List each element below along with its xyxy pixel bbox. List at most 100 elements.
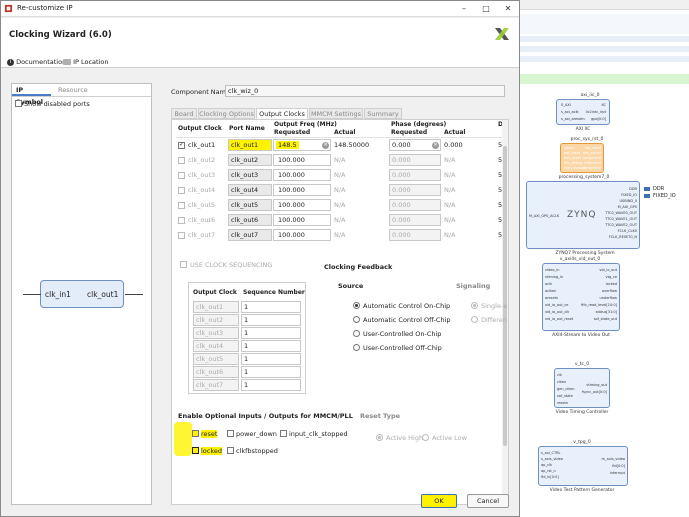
show-disabled-ports-checkbox[interactable] — [15, 100, 22, 107]
phase-requested-input[interactable]: 0.000 — [389, 214, 441, 226]
pin-label: aresetn — [545, 296, 559, 300]
source-user-off-chip-radio[interactable] — [353, 344, 360, 351]
component-name-input[interactable]: clk_wiz_0 — [225, 85, 505, 97]
freq-requested-input[interactable]: 100.000 — [273, 229, 331, 241]
tab-mmcm-settings[interactable]: MMCM Settings — [309, 108, 363, 119]
seq-number-input[interactable]: 1 — [241, 314, 301, 326]
source-auto-on-chip-radio[interactable] — [353, 302, 360, 309]
signaling-single-ended-radio[interactable] — [471, 302, 478, 309]
maximize-button[interactable]: □ — [479, 3, 493, 14]
clkfbstopped-checkbox[interactable] — [227, 447, 234, 454]
pin-label: locked — [605, 282, 617, 286]
clock-enable-checkbox[interactable] — [178, 157, 185, 164]
scrollbar-thumb[interactable] — [503, 146, 507, 446]
ip-block-proc-sys-reset[interactable]: slowe ext_reset aux_reset mb_debug dcm_l… — [560, 143, 604, 173]
port-name-input[interactable]: clk_out4 — [228, 184, 272, 196]
tab-summary[interactable]: Summary — [364, 108, 402, 119]
clock-enable-checkbox[interactable] — [178, 217, 185, 224]
clear-icon[interactable]: ✕ — [322, 142, 329, 149]
title-bar[interactable]: Re-customize IP – □ ✕ — [1, 1, 519, 17]
reset-active-low-radio[interactable] — [422, 434, 429, 441]
tab-ip-symbol[interactable]: IP Symbol — [12, 84, 51, 106]
phase-requested-input[interactable]: 0.000 — [389, 184, 441, 196]
phase-requested-input[interactable]: 0.000 — [389, 199, 441, 211]
documentation-label: Documentation — [16, 58, 67, 66]
freq-requested-value: 100.000 — [278, 186, 305, 194]
power-down-checkbox[interactable] — [227, 430, 234, 437]
ip-block-axi4s-vid-out[interactable]: video_in vtiming_in aclk aclken aresetn … — [542, 263, 620, 331]
clock-enable-checkbox[interactable] — [178, 141, 185, 149]
pin-label: status[31:0] — [595, 310, 617, 314]
seq-clock-name: clk_out4 — [193, 340, 239, 352]
clear-icon[interactable]: ✕ — [432, 142, 439, 149]
clock-enable-checkbox[interactable] — [178, 172, 185, 179]
highlight-marker — [174, 422, 192, 456]
clock-enable-checkbox[interactable] — [178, 202, 185, 209]
clock-name: clk_out7 — [188, 231, 216, 239]
locked-checkbox[interactable] — [192, 447, 199, 454]
pin-label: S_AXI — [561, 103, 571, 107]
clock-enable-checkbox[interactable] — [178, 187, 185, 194]
reset-checkbox[interactable] — [192, 430, 199, 437]
canvas-stripe — [520, 36, 689, 42]
freq-requested-input[interactable]: 100.000 — [273, 184, 331, 196]
tab-output-clocks[interactable]: Output Clocks — [256, 108, 308, 119]
port-name-input[interactable]: clk_out5 — [228, 199, 272, 211]
seq-number-input[interactable]: 1 — [241, 327, 301, 339]
minimize-button[interactable]: – — [457, 3, 471, 14]
seq-number-input[interactable]: 1 — [241, 340, 301, 352]
source-option-label: Automatic Control Off-Chip — [363, 316, 451, 324]
input-pin-line — [23, 294, 41, 295]
port-name-input[interactable]: clk_out3 — [228, 169, 272, 181]
seq-number-input[interactable]: 1 — [241, 366, 301, 378]
port-name-input[interactable]: clk_out1 — [228, 139, 272, 151]
clock-name: clk_out6 — [188, 216, 216, 224]
seq-number-input[interactable]: 1 — [241, 353, 301, 365]
documentation-link[interactable]: i Documentation — [7, 58, 66, 66]
clock-enable-checkbox[interactable] — [178, 232, 185, 239]
phase-actual: N/A — [444, 186, 456, 194]
seq-clock-name: clk_out2 — [193, 314, 239, 326]
reset-active-high-radio[interactable] — [376, 434, 383, 441]
source-auto-off-chip-radio[interactable] — [353, 316, 360, 323]
seq-number-input[interactable]: 1 — [241, 379, 301, 391]
ip-block-axi-iic[interactable]: S_AXI s_axi_aclk s_axi_aresetn IIC iic2i… — [556, 99, 610, 125]
phase-requested-input[interactable]: 0.000 — [389, 154, 441, 166]
col-phase-group: Phase (degrees) — [391, 121, 447, 128]
close-button[interactable]: ✕ — [501, 3, 515, 14]
output-pin-line — [125, 294, 143, 295]
freq-requested-input[interactable]: 100.000 — [273, 199, 331, 211]
phase-requested-input[interactable]: 0.000 — [389, 229, 441, 241]
seq-clock-name: clk_out6 — [193, 366, 239, 378]
freq-requested-input[interactable]: 100.000 — [273, 214, 331, 226]
tab-resource[interactable]: Resource — [54, 84, 92, 96]
ip-location-link[interactable]: IP Location — [63, 58, 108, 66]
panel-scrollbar[interactable] — [502, 120, 508, 504]
ip-block-test-pattern[interactable]: s_axi_CTRL s_axis_video ap_clk ap_rst_n … — [538, 446, 628, 486]
seq-number-input[interactable]: 1 — [241, 301, 301, 313]
use-clock-sequencing-checkbox[interactable] — [180, 261, 187, 268]
ip-block-video-timing[interactable]: clk clken gen_clken sof_state resetn vti… — [554, 368, 610, 408]
cancel-button[interactable]: Cancel — [467, 494, 509, 508]
ok-button[interactable]: OK — [421, 494, 457, 508]
block-caption: processing_system7_0 — [558, 175, 610, 180]
tab-clocking-options[interactable]: Clocking Options — [198, 108, 255, 119]
pin-label: ap_clk — [541, 463, 553, 467]
port-name-input[interactable]: clk_out6 — [228, 214, 272, 226]
ip-block-zynq-ps7[interactable]: M_AXI_GP0_ACLK ZYNQ DDR FIXED_IO USBIND_… — [526, 181, 640, 249]
freq-requested-input[interactable]: 100.000 — [273, 169, 331, 181]
pin-label: IIC — [601, 103, 606, 107]
pin-label: fsync_out[0:0] — [581, 390, 607, 394]
block-caption: AXI IIC — [575, 127, 591, 132]
signaling-differential-radio[interactable] — [471, 316, 478, 323]
port-name-input[interactable]: clk_out2 — [228, 154, 272, 166]
source-user-on-chip-radio[interactable] — [353, 330, 360, 337]
freq-requested-input[interactable]: 100.000 — [273, 154, 331, 166]
tab-divider — [12, 96, 151, 97]
block-design-canvas[interactable]: axi_iic_0 S_AXI s_axi_aclk s_axi_aresetn… — [520, 0, 689, 517]
phase-requested-input[interactable]: 0.000 — [389, 169, 441, 181]
input-clk-stopped-checkbox[interactable] — [280, 430, 287, 437]
pin-label: peripheral — [583, 166, 601, 170]
tab-board[interactable]: Board — [171, 108, 197, 119]
port-name-input[interactable]: clk_out7 — [228, 229, 272, 241]
